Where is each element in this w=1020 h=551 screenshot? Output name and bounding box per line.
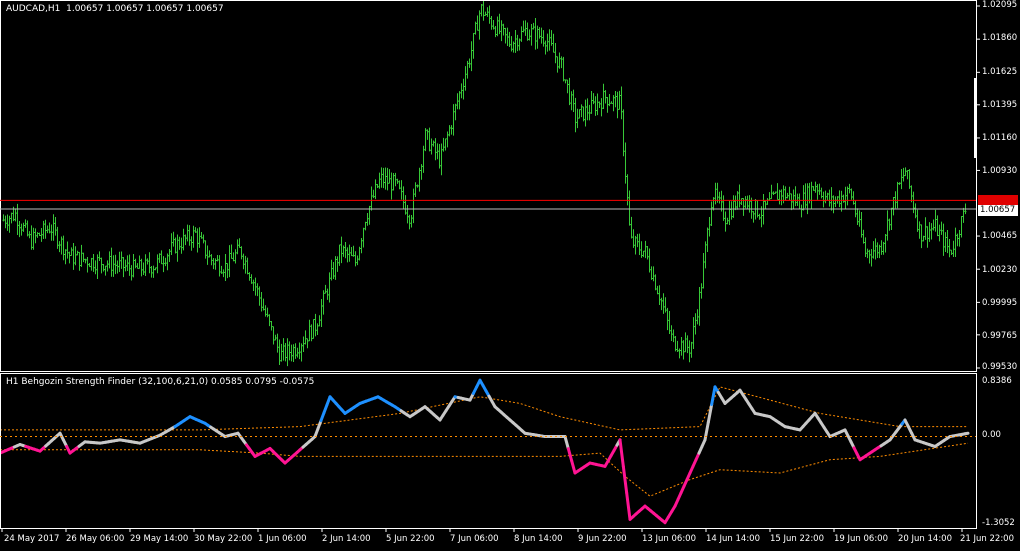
time-label: 24 May 2017 <box>4 534 60 544</box>
indicator-line-segment <box>570 459 577 475</box>
time-label: 9 Jun 22:00 <box>578 534 627 544</box>
indicator-line-segment <box>703 420 710 442</box>
current-price-tag: 1.00657 <box>978 205 1018 216</box>
price-tick: 1.01625 <box>982 67 1018 77</box>
price-tick: 0.99995 <box>982 298 1018 308</box>
trading-chart[interactable] <box>0 0 1020 551</box>
indicator-lines <box>0 378 970 525</box>
time-label: 20 Jun 14:00 <box>898 534 952 544</box>
time-label: 13 Jun 06:00 <box>642 534 696 544</box>
indicator-line-segment <box>625 491 632 521</box>
price-tick: 1.02095 <box>982 0 1018 10</box>
indicator-line-segment <box>618 438 625 468</box>
price-tick: 1.01395 <box>982 100 1018 110</box>
time-label: 14 Jun 14:00 <box>706 534 760 544</box>
indicator-line-segment <box>963 431 970 436</box>
indicator-tick: 0.00 <box>982 430 1001 440</box>
time-label: 15 Jun 22:00 <box>770 534 824 544</box>
indicator-band-line <box>0 442 969 497</box>
indicator-tick: -1.3052 <box>982 518 1015 528</box>
price-tick: 0.99765 <box>982 331 1018 341</box>
price-tick: 1.01860 <box>982 33 1018 43</box>
main-pane-title: AUDCAD,H1 1.00657 1.00657 1.00657 1.0065… <box>6 4 224 14</box>
price-scale[interactable]: 1.02095 1.01860 1.01625 1.01395 1.01160 … <box>977 0 1020 528</box>
price-tick: 1.00230 <box>982 265 1018 275</box>
time-label: 7 Jun 06:00 <box>450 534 499 544</box>
time-label: 21 Jun 22:00 <box>960 534 1014 544</box>
main-pane-frame <box>0 0 977 372</box>
time-label: 1 Jun 06:00 <box>258 534 307 544</box>
indicator-line-segment <box>566 447 574 463</box>
time-label: 5 Jun 22:00 <box>386 534 435 544</box>
indicator-line-segment <box>710 385 717 407</box>
time-label: 29 May 14:00 <box>130 534 189 544</box>
indicator-line-segment <box>706 403 714 424</box>
indicator-line-segment <box>621 464 629 495</box>
indicator-tick: 0.8386 <box>982 376 1012 386</box>
indicator-line-segment <box>563 435 570 451</box>
price-tick: 1.00465 <box>982 231 1018 241</box>
time-label: 8 Jun 14:00 <box>514 534 563 544</box>
price-tick: 1.00930 <box>982 166 1018 176</box>
price-tick: 1.01160 <box>982 133 1018 143</box>
price-tick: 0.99530 <box>982 362 1018 372</box>
indicator-pane-title: H1 Behgozin Strength Finder (32,100,6,21… <box>6 377 315 387</box>
time-label: 26 May 06:00 <box>66 534 125 544</box>
time-label: 30 May 22:00 <box>194 534 253 544</box>
time-label: 2 Jun 14:00 <box>322 534 371 544</box>
price-bars <box>2 0 967 367</box>
time-label: 19 Jun 06:00 <box>834 534 888 544</box>
